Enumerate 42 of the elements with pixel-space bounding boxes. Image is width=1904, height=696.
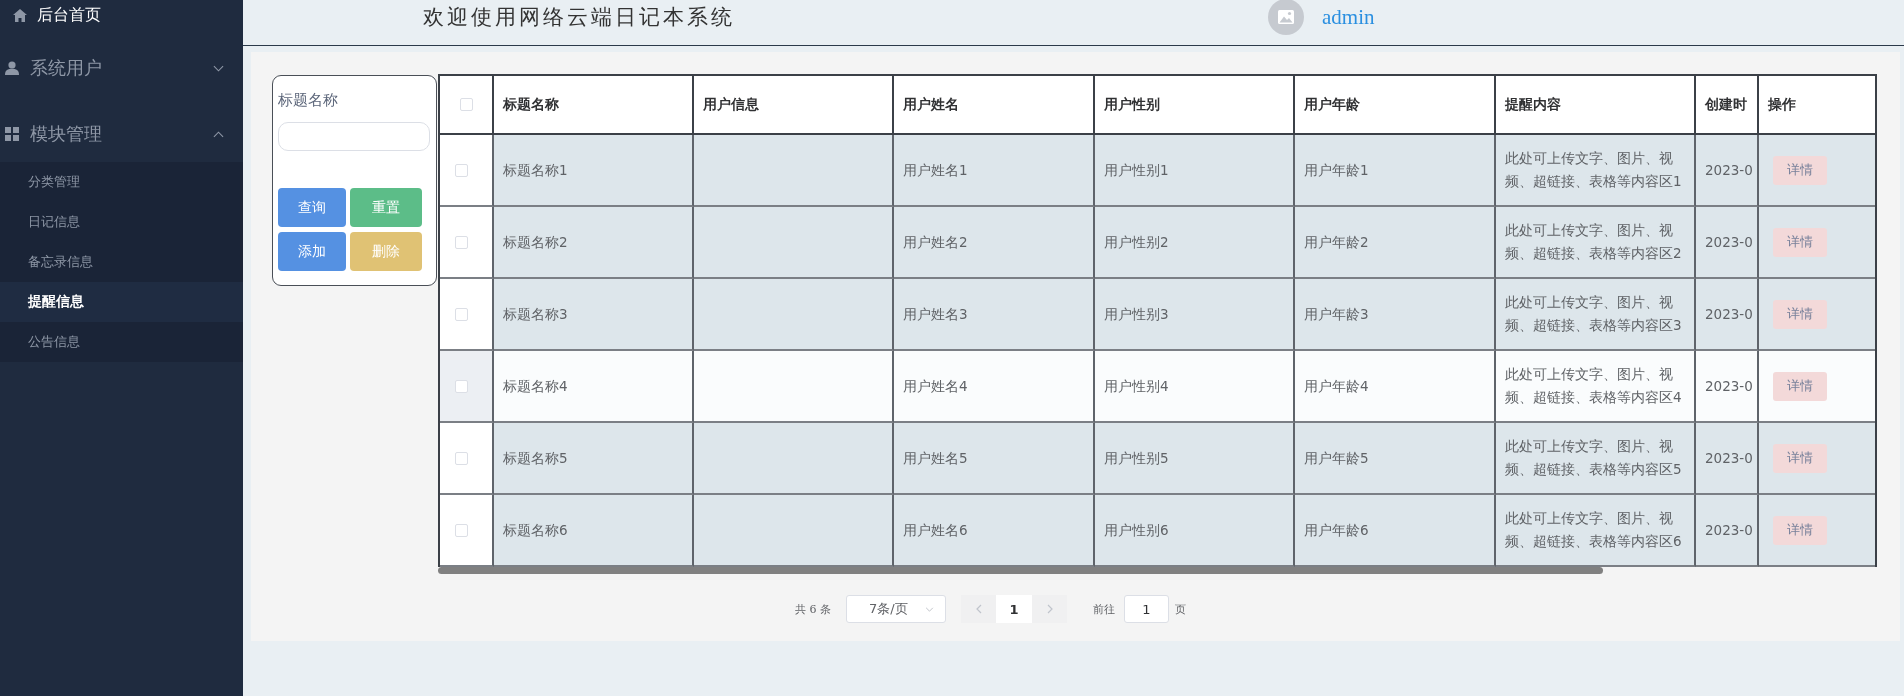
row-checkbox[interactable] [455,451,468,465]
page-number-button[interactable]: 1 [996,595,1032,623]
row-checkbox[interactable] [455,307,468,321]
row-checkbox[interactable] [455,235,468,249]
page-suffix: 页 [1175,601,1186,617]
welcome-title: 欢迎使用网络云端日记本系统 [423,4,735,31]
add-button[interactable]: 添加 [278,232,346,271]
goto-label: 前往 [1093,601,1115,617]
search-field[interactable] [278,122,430,151]
page-size-select[interactable]: 7条/页 [846,595,946,623]
select-all-checkbox[interactable] [459,98,473,111]
user-icon [5,61,19,75]
row-checkbox[interactable] [455,379,468,393]
row-checkbox[interactable] [455,523,468,537]
grid-icon [5,127,19,141]
page-input[interactable]: 1 [1124,595,1169,623]
home-link[interactable]: 后台首页 [0,0,111,30]
details-button[interactable]: 详情 [1773,515,1827,545]
details-button[interactable]: 详情 [1773,299,1827,329]
submenu-item[interactable]: 分类管理 [0,162,243,202]
chevron-left-icon [975,604,982,614]
image-placeholder-icon [1268,0,1304,35]
chevron-right-icon [1046,604,1053,614]
submenu-item[interactable]: 日记信息 [0,202,243,242]
submenu-item[interactable]: 提醒信息 [0,282,243,322]
total-count: 共 6 条 [795,601,831,617]
row-checkbox[interactable] [455,163,468,177]
details-button[interactable]: 详情 [1773,155,1827,185]
submenu-item[interactable]: 备忘录信息 [0,242,243,282]
search-label: 标题名称 [278,90,338,110]
details-button[interactable]: 详情 [1773,371,1827,401]
home-icon [13,8,27,22]
username-link[interactable]: admin [1322,0,1375,34]
table-cell: 2023-0 [1696,495,1759,567]
menu-item[interactable]: 模块管理 [0,106,243,162]
horizontal-scrollbar[interactable] [438,567,1603,574]
menu-item[interactable]: 系统用户 [0,40,243,96]
submenu-item[interactable]: 公告信息 [0,322,243,362]
search-button[interactable]: 查询 [278,188,346,227]
chevron-down-icon [925,606,934,612]
details-button[interactable]: 详情 [1773,443,1827,473]
details-button[interactable]: 详情 [1773,227,1827,257]
